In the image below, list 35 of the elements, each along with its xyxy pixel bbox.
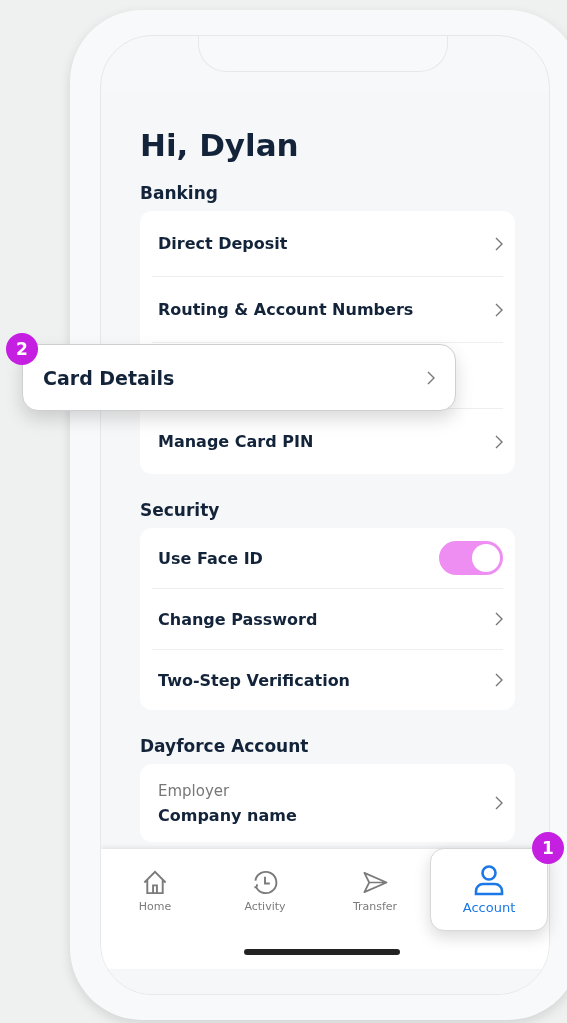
row-label: Two-Step Verification — [158, 670, 350, 690]
settings-row[interactable]: Two-Step Verification — [152, 650, 503, 710]
section-title: Dayforce Account — [140, 736, 310, 756]
nav-tab[interactable]: Transfer — [321, 869, 429, 913]
field-value: Company name — [158, 805, 297, 825]
row-label: Use Face ID — [158, 548, 263, 568]
row-label: Routing & Account Numbers — [158, 300, 414, 319]
toggle-switch[interactable] — [439, 541, 503, 575]
settings-row[interactable]: Employer Company name — [152, 764, 503, 842]
nav-tab[interactable]: Home — [101, 869, 209, 913]
settings-row[interactable]: Direct Deposit — [152, 211, 503, 277]
greeting-title: Hi, Dylan — [140, 127, 300, 163]
chevron-right-icon — [495, 796, 503, 810]
person-icon — [473, 864, 505, 896]
chevron-right-icon — [495, 434, 503, 449]
row-label: Manage Card PIN — [158, 432, 314, 451]
chevron-right-icon — [495, 673, 503, 687]
chevron-right-icon — [495, 612, 503, 626]
section-title: Banking — [140, 183, 219, 203]
chevron-right-icon — [427, 370, 435, 385]
send-icon — [361, 869, 389, 896]
row-label: Change Password — [158, 609, 318, 629]
step-badge: 2 — [6, 333, 38, 365]
row-label: Direct Deposit — [158, 234, 288, 253]
row-label: Card Details — [43, 366, 175, 389]
nav-tab[interactable]: Activity — [211, 869, 319, 913]
settings-row[interactable]: Manage Card PIN — [152, 409, 503, 474]
section-title: Security — [140, 500, 221, 520]
chevron-right-icon — [495, 236, 503, 251]
settings-row[interactable]: Routing & Account Numbers — [152, 277, 503, 343]
clock-icon — [251, 869, 279, 896]
home-icon — [141, 869, 169, 896]
chevron-right-icon — [495, 302, 503, 317]
field-caption: Employer — [158, 781, 231, 800]
settings-row[interactable]: Change Password — [152, 589, 503, 650]
